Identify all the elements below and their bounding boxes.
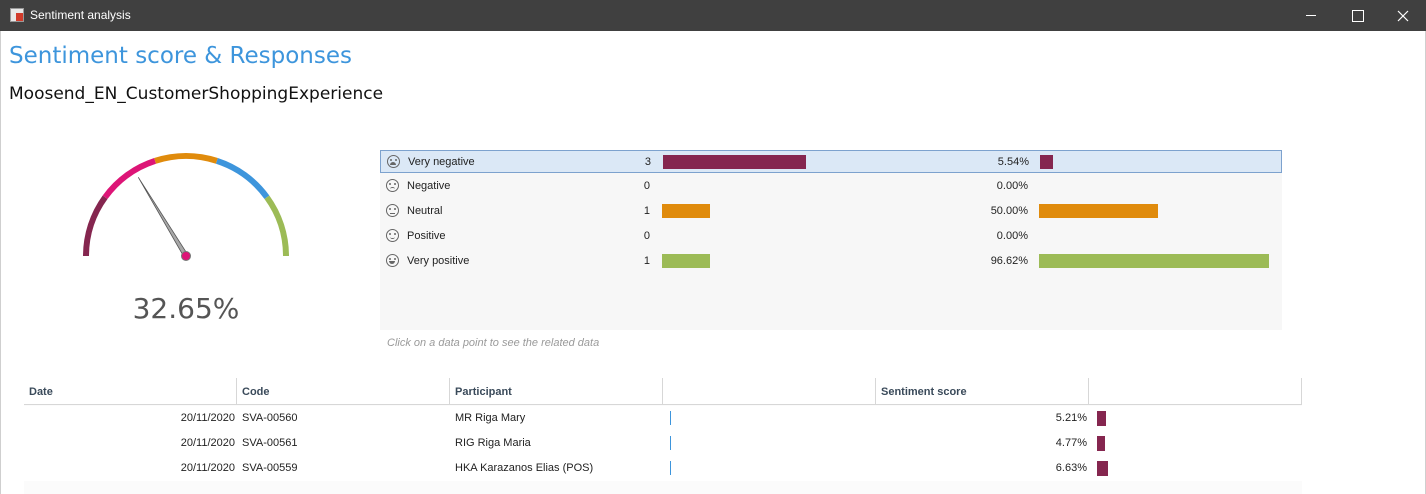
negative-face-icon — [386, 179, 399, 192]
table-header: Date Code Participant Sentiment score — [24, 378, 1302, 405]
page-title: Sentiment score & Responses — [9, 43, 353, 69]
sentiment-percent: 0.00% — [996, 230, 1028, 242]
percent-bar[interactable] — [1039, 204, 1158, 218]
table-row[interactable]: 20/11/2020 SVA-00559 HKA Karazanos Elias (… — [24, 456, 1302, 481]
cell-marker — [670, 461, 671, 475]
cell-marker — [670, 411, 671, 425]
column-header-date[interactable]: Date — [24, 378, 237, 405]
cell-date: 20/11/2020 — [180, 437, 235, 449]
app-icon — [10, 8, 24, 22]
cell-participant: MR Riga Mary — [455, 412, 526, 424]
score-bar — [1097, 411, 1106, 426]
gauge-segment-positive — [215, 158, 270, 200]
column-header-blank[interactable] — [663, 378, 876, 405]
cell-sentiment-score: 4.77% — [1055, 437, 1087, 449]
gauge-hub — [181, 251, 191, 261]
very-negative-face-icon — [387, 155, 400, 168]
sentiment-count: 0 — [643, 180, 650, 192]
gauge-segment-very-positive — [264, 195, 289, 257]
count-bar[interactable] — [662, 254, 710, 268]
sentiment-row[interactable]: Very positive 1 96.62% — [380, 250, 1282, 273]
column-header-sentiment-score[interactable]: Sentiment score — [876, 378, 1089, 405]
cell-sentiment-score: 5.21% — [1055, 412, 1087, 424]
sentiment-row[interactable]: Neutral 1 50.00% — [380, 200, 1282, 223]
table-row[interactable]: 20/11/2020 SVA-00560 MR Riga Mary 5.21% — [24, 406, 1302, 431]
sentiment-percent: 0.00% — [996, 180, 1028, 192]
cell-sentiment-score: 6.63% — [1055, 462, 1087, 474]
very-positive-face-icon — [386, 254, 399, 267]
cell-marker — [670, 436, 671, 450]
sentiment-percent: 96.62% — [990, 255, 1028, 267]
survey-name: Moosend_EN_CustomerShoppingExperience — [9, 84, 384, 104]
cell-date: 20/11/2020 — [180, 462, 235, 474]
sentiment-row[interactable]: Very negative 3 5.54% — [380, 150, 1282, 173]
sentiment-count: 1 — [643, 255, 650, 267]
sentiment-count: 1 — [643, 205, 650, 217]
column-header-score-bar[interactable] — [1089, 378, 1302, 405]
cell-code: SVA-00560 — [242, 412, 298, 424]
gauge-segment-very-negative — [83, 195, 108, 257]
close-button[interactable] — [1380, 0, 1426, 31]
sentiment-count: 0 — [643, 230, 650, 242]
sentiment-label: Very negative — [408, 156, 475, 168]
cell-participant: RIG Riga Maria — [455, 437, 531, 449]
sentiment-count: 3 — [644, 156, 651, 168]
column-header-code[interactable]: Code — [237, 378, 450, 405]
sentiment-percent: 50.00% — [990, 205, 1028, 217]
table-row[interactable]: 20/11/2020 SVA-00561 RIG Riga Maria 4.77% — [24, 431, 1302, 456]
cell-participant: HKA Karazanos Elias (POS) — [455, 462, 594, 474]
window-title: Sentiment analysis — [30, 8, 131, 22]
sentiment-percent: 5.54% — [997, 156, 1029, 168]
minimize-button[interactable] — [1288, 0, 1334, 31]
sentiment-label: Negative — [407, 180, 451, 192]
close-icon — [1397, 10, 1409, 22]
column-header-participant[interactable]: Participant — [450, 378, 663, 405]
title-bar: Sentiment analysis — [0, 0, 1426, 31]
cell-code: SVA-00559 — [242, 462, 298, 474]
positive-face-icon — [386, 229, 399, 242]
cell-date: 20/11/2020 — [180, 412, 235, 424]
score-bar — [1097, 461, 1109, 476]
count-bar[interactable] — [663, 155, 806, 169]
sentiment-label: Very positive — [407, 255, 470, 267]
sentiment-label: Neutral — [407, 205, 443, 217]
score-bar — [1097, 436, 1106, 451]
sentiment-row[interactable]: Positive 0 0.00% — [380, 225, 1282, 248]
sentiment-distribution-list: Very negative 3 5.54% Negative 0 0.00% Neutral… — [380, 150, 1282, 330]
responses-table: Date Code Participant Sentiment score 20… — [24, 378, 1302, 494]
percent-bar[interactable] — [1040, 155, 1054, 169]
maximize-button[interactable] — [1334, 0, 1380, 31]
gauge-segment-neutral — [154, 153, 218, 164]
sentiment-row[interactable]: Negative 0 0.00% — [380, 175, 1282, 198]
hint-text: Click on a data point to see the related… — [387, 337, 600, 349]
percent-bar[interactable] — [1039, 254, 1269, 268]
cell-code: SVA-00561 — [242, 437, 298, 449]
sentiment-label: Positive — [407, 230, 446, 242]
gauge-value: 32.65% — [132, 292, 240, 325]
count-bar[interactable] — [662, 204, 710, 218]
neutral-face-icon — [386, 204, 399, 217]
gauge-needle — [137, 177, 189, 258]
sentiment-gauge[interactable] — [60, 130, 310, 280]
